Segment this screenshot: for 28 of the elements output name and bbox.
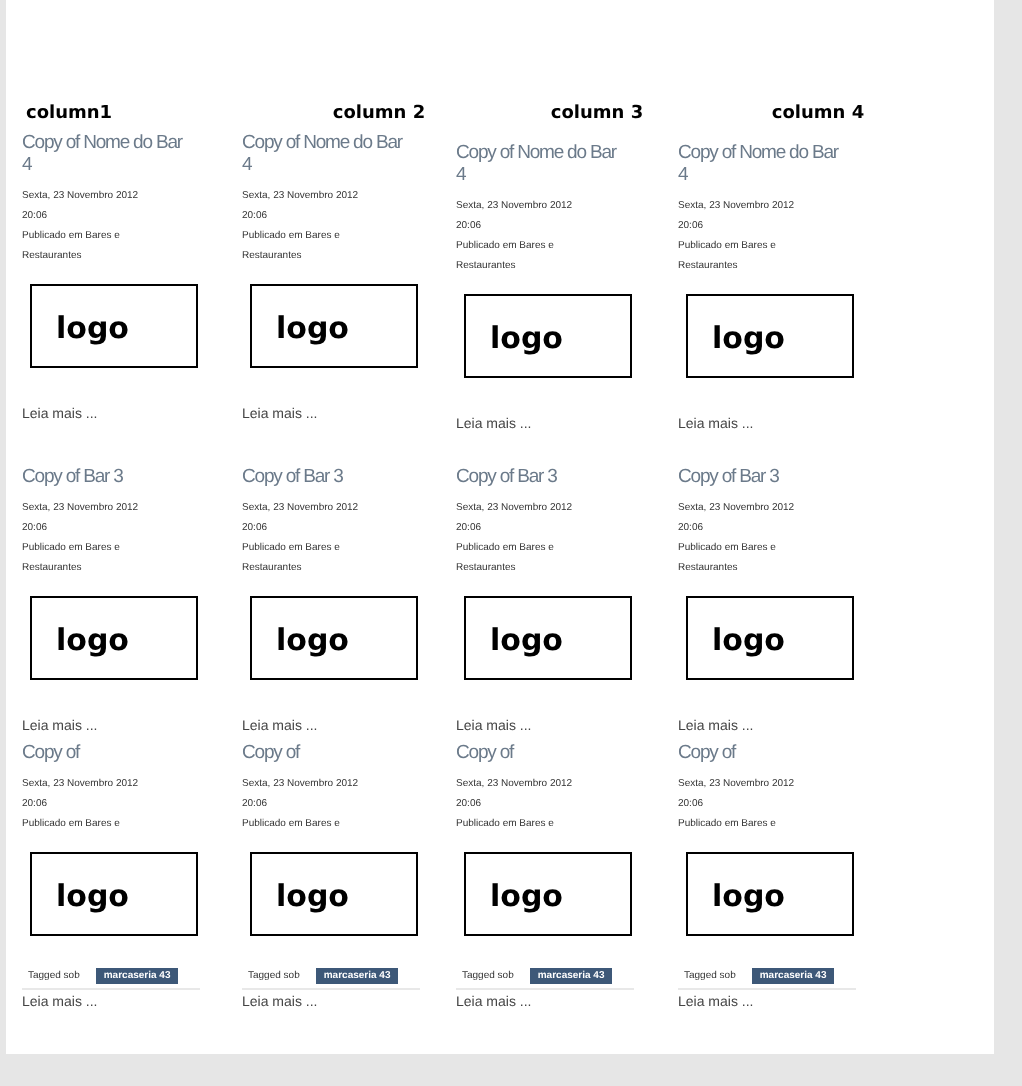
- post-title[interactable]: Copy of Nome do Bar 4: [242, 132, 410, 176]
- logo-text: logo: [56, 310, 129, 346]
- post-title[interactable]: Copy of Bar 3: [678, 466, 846, 488]
- logo-text: logo: [490, 878, 563, 914]
- column-header: column1: [26, 104, 113, 124]
- logo-text: logo: [276, 622, 349, 658]
- column-header: column 4: [771, 104, 865, 124]
- column-header: column 2: [332, 104, 426, 124]
- logo-text: logo: [712, 878, 785, 914]
- post-title[interactable]: Copy of Nome do Bar 4: [456, 142, 624, 186]
- post-title[interactable]: Copy of: [456, 742, 624, 764]
- logo-text: logo: [712, 622, 785, 658]
- logo-text: logo: [490, 320, 563, 356]
- logo-text: logo: [56, 878, 129, 914]
- post-title[interactable]: Copy of Bar 3: [242, 466, 410, 488]
- logo-text: logo: [490, 622, 563, 658]
- column-header: column 3: [550, 104, 644, 124]
- post-title[interactable]: Copy of: [678, 742, 846, 764]
- post-title[interactable]: Copy of Bar 3: [456, 466, 624, 488]
- logo-text: logo: [712, 320, 785, 356]
- logo-text: logo: [276, 878, 349, 914]
- post-title[interactable]: Copy of Bar 3: [22, 466, 190, 488]
- post-title[interactable]: Copy of: [242, 742, 410, 764]
- logo-text: logo: [276, 310, 349, 346]
- logo-text: logo: [56, 622, 129, 658]
- post-title[interactable]: Copy of Nome do Bar 4: [22, 132, 190, 176]
- post-title[interactable]: Copy of: [22, 742, 190, 764]
- post-title[interactable]: Copy of Nome do Bar 4: [678, 142, 846, 186]
